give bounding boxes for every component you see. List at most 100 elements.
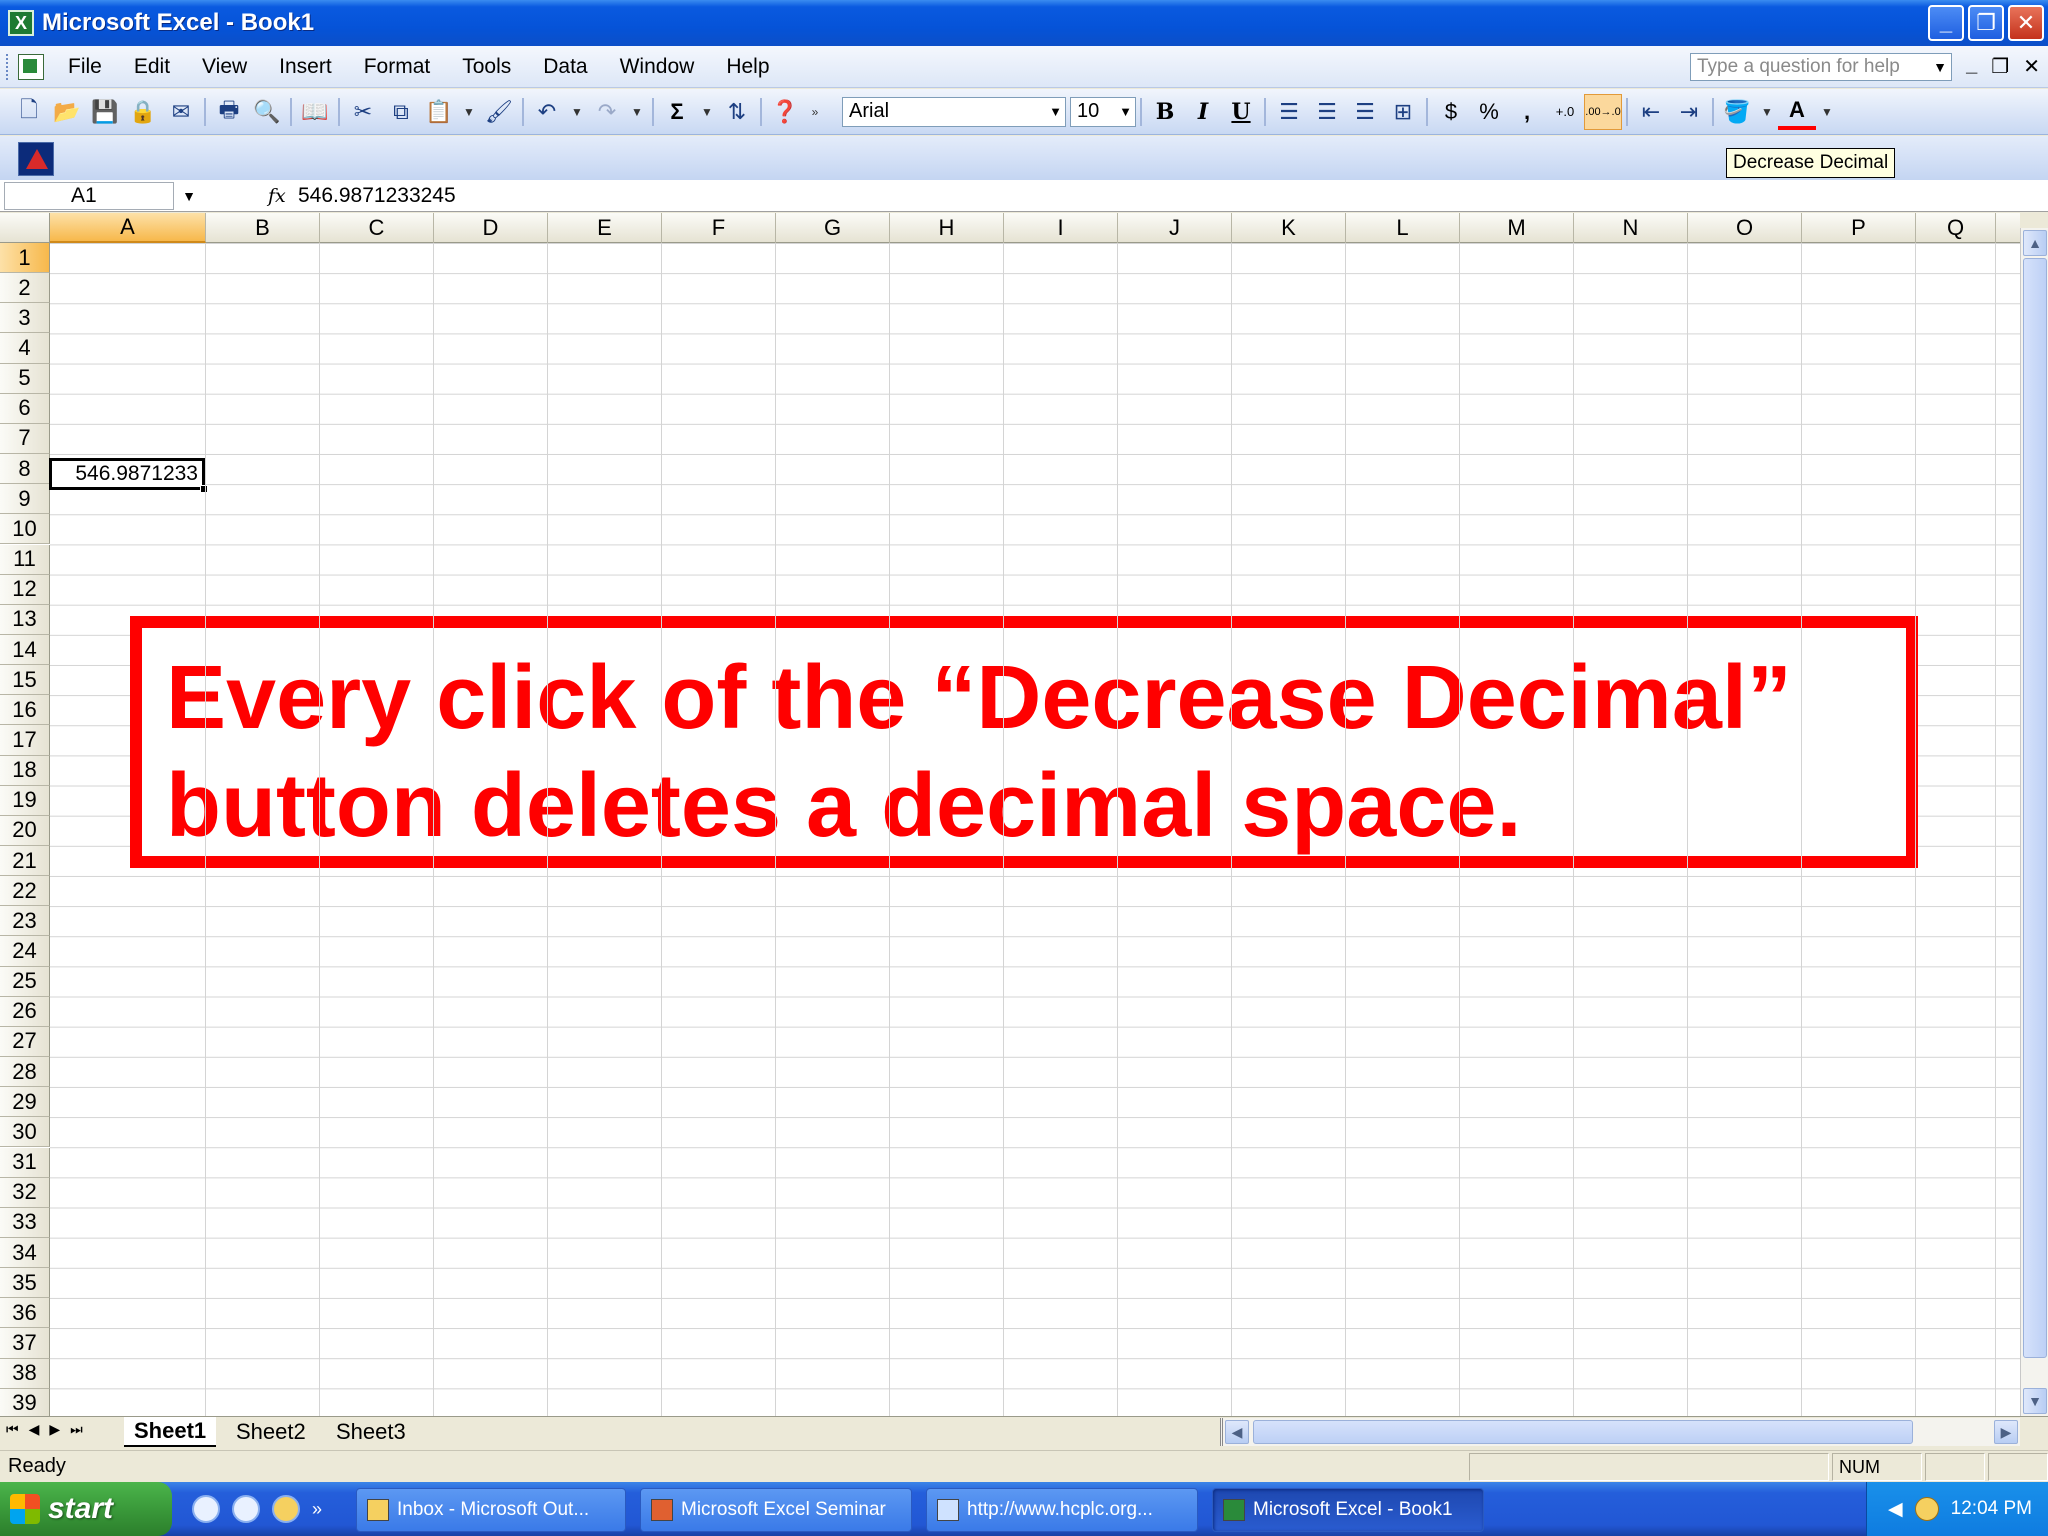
tray-expand-icon[interactable]: ◀ (1888, 1498, 1903, 1521)
custom-macro-icon[interactable] (18, 142, 54, 176)
column-header-j[interactable]: J (1118, 213, 1232, 243)
decrease-decimal-button[interactable]: .00→.0 (1584, 93, 1622, 130)
column-header-k[interactable]: K (1232, 213, 1346, 243)
row-header-32[interactable]: 32 (0, 1177, 50, 1208)
print-preview-icon[interactable]: 🔍 (248, 94, 286, 130)
row-header-21[interactable]: 21 (0, 846, 50, 877)
row-header-20[interactable]: 20 (0, 815, 50, 846)
vertical-scroll-thumb[interactable] (2023, 258, 2047, 1358)
autosum-icon[interactable]: Σ (658, 94, 696, 130)
row-header-39[interactable]: 39 (0, 1388, 50, 1416)
row-header-19[interactable]: 19 (0, 785, 50, 816)
menu-format[interactable]: Format (348, 55, 447, 79)
paste-dropdown-icon[interactable]: ▼ (458, 94, 480, 130)
column-header-l[interactable]: L (1346, 213, 1460, 243)
sort-ascending-icon[interactable]: ⇅ (718, 94, 756, 130)
row-header-3[interactable]: 3 (0, 303, 50, 334)
font-color-button[interactable]: A (1778, 94, 1816, 130)
taskbar-item-outlook[interactable]: Inbox - Microsoft Out... (356, 1488, 626, 1532)
row-header-38[interactable]: 38 (0, 1358, 50, 1389)
cut-icon[interactable]: ✂ (344, 94, 382, 130)
prev-sheet-icon[interactable]: ◀ (29, 1421, 40, 1438)
font-size-select[interactable]: 10 ▼ (1070, 96, 1136, 127)
scroll-down-arrow-icon[interactable]: ▼ (2023, 1388, 2047, 1414)
quick-launch-more-icon[interactable]: » (312, 1499, 322, 1520)
row-header-11[interactable]: 11 (0, 544, 50, 575)
doc-close-button[interactable]: ✕ (2023, 54, 2040, 79)
select-all-corner[interactable] (0, 213, 50, 243)
redo-dropdown-icon[interactable]: ▼ (626, 94, 648, 130)
row-header-23[interactable]: 23 (0, 906, 50, 937)
row-header-2[interactable]: 2 (0, 273, 50, 304)
doc-minimize-button[interactable]: _ (1966, 54, 1977, 79)
row-header-4[interactable]: 4 (0, 333, 50, 364)
menu-view[interactable]: View (186, 55, 263, 79)
browser-icon[interactable] (232, 1495, 260, 1523)
row-header-18[interactable]: 18 (0, 755, 50, 786)
paste-icon[interactable]: 📋 (420, 94, 458, 130)
column-header-c[interactable]: C (320, 213, 434, 243)
row-header-25[interactable]: 25 (0, 966, 50, 997)
decrease-indent-icon[interactable]: ⇤ (1632, 94, 1670, 130)
row-header-5[interactable]: 5 (0, 363, 50, 394)
next-sheet-icon[interactable]: ▶ (49, 1421, 60, 1438)
italic-button[interactable]: I (1184, 94, 1222, 130)
row-header-28[interactable]: 28 (0, 1057, 50, 1088)
column-header-n[interactable]: N (1574, 213, 1688, 243)
workbook-icon[interactable] (18, 53, 44, 80)
increase-indent-icon[interactable]: ⇥ (1670, 94, 1708, 130)
column-header-i[interactable]: I (1004, 213, 1118, 243)
name-box[interactable]: A1 (4, 181, 174, 210)
row-header-22[interactable]: 22 (0, 876, 50, 907)
align-left-icon[interactable]: ☰ (1270, 94, 1308, 130)
row-header-15[interactable]: 15 (0, 665, 50, 696)
email-icon[interactable]: ✉ (162, 94, 200, 130)
comma-button[interactable]: , (1508, 94, 1546, 130)
toolbar-options-icon[interactable]: » (804, 94, 826, 130)
format-painter-icon[interactable]: 🖌 (480, 94, 518, 130)
scroll-left-arrow-icon[interactable]: ◀ (1225, 1420, 1249, 1444)
outlook-icon[interactable] (272, 1495, 300, 1523)
copy-icon[interactable]: ⧉ (382, 94, 420, 130)
row-header-27[interactable]: 27 (0, 1026, 50, 1058)
insert-function-icon[interactable]: fx (268, 185, 298, 207)
close-button[interactable]: ✕ (2008, 5, 2044, 41)
row-header-16[interactable]: 16 (0, 695, 50, 726)
redo-icon[interactable]: ↷ (588, 94, 626, 130)
minimize-button[interactable]: _ (1928, 5, 1964, 41)
row-header-6[interactable]: 6 (0, 393, 50, 424)
menu-help[interactable]: Help (710, 55, 785, 79)
menu-data[interactable]: Data (527, 55, 603, 79)
increase-decimal-button[interactable]: +.0 (1546, 94, 1584, 130)
menu-edit[interactable]: Edit (118, 55, 186, 79)
column-header-m[interactable]: M (1460, 213, 1574, 243)
row-header-17[interactable]: 17 (0, 725, 50, 756)
chevron-down-icon[interactable]: ▼ (1049, 104, 1062, 119)
help-question-input[interactable]: Type a question for help ▼ (1690, 53, 1952, 81)
undo-dropdown-icon[interactable]: ▼ (566, 94, 588, 130)
font-name-select[interactable]: Arial ▼ (842, 96, 1066, 127)
tab-sheet3[interactable]: Sheet3 (326, 1417, 416, 1447)
excel-app-icon[interactable]: X (8, 10, 34, 36)
row-header-36[interactable]: 36 (0, 1298, 50, 1329)
column-header-h[interactable]: H (890, 213, 1004, 243)
row-header-30[interactable]: 30 (0, 1117, 50, 1148)
column-header-e[interactable]: E (548, 213, 662, 243)
horizontal-scroll-thumb[interactable] (1253, 1420, 1913, 1444)
clock[interactable]: 12:04 PM (1951, 1498, 2032, 1520)
column-header-g[interactable]: G (776, 213, 890, 243)
tab-sheet1[interactable]: Sheet1 (124, 1417, 217, 1447)
row-header-12[interactable]: 12 (0, 574, 50, 605)
print-icon[interactable]: 🖶 (210, 94, 248, 130)
autosum-dropdown-icon[interactable]: ▼ (696, 94, 718, 130)
open-icon[interactable]: 📂 (48, 94, 86, 130)
chevron-down-icon[interactable]: ▼ (174, 188, 204, 204)
permission-icon[interactable]: 🔒 (124, 94, 162, 130)
tab-sheet2[interactable]: Sheet2 (226, 1417, 316, 1447)
taskbar-item-excel[interactable]: Microsoft Excel - Book1 (1212, 1488, 1484, 1532)
merge-center-icon[interactable]: ⊞ (1384, 94, 1422, 130)
vertical-scrollbar[interactable]: ▲ ▼ (2020, 228, 2048, 1416)
row-header-10[interactable]: 10 (0, 514, 50, 545)
column-header-f[interactable]: F (662, 213, 776, 243)
row-header-34[interactable]: 34 (0, 1237, 50, 1269)
